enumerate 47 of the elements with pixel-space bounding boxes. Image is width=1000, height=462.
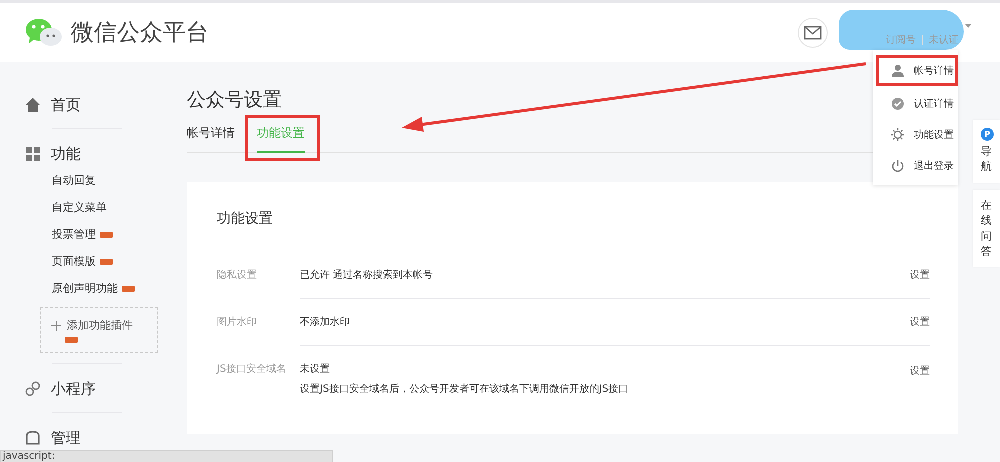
menu-item[interactable]: 认证详情 <box>873 88 958 119</box>
account-type: 订阅号 <box>886 34 916 46</box>
sidebar-subitem[interactable]: 自动回复 <box>52 173 96 188</box>
user-icon <box>891 64 905 78</box>
menu-item[interactable]: 退出登录 <box>873 150 958 181</box>
wechat-logo-icon <box>25 18 63 48</box>
nav-badge: P <box>981 128 994 141</box>
sidebar-item[interactable]: 管理 <box>25 425 160 451</box>
box-icon <box>25 430 41 446</box>
check-icon <box>891 96 905 110</box>
sidebar-subitem[interactable]: 原创声明功能 <box>52 281 118 296</box>
menu-item[interactable]: 功能设置 <box>873 119 958 150</box>
grid-icon <box>25 146 41 162</box>
mail-icon <box>804 26 822 40</box>
power-icon <box>891 158 905 172</box>
side-float-tab[interactable]: P 导航 <box>973 120 1000 183</box>
caret-icon[interactable] <box>965 24 972 28</box>
side-float-tab[interactable]: 在线问答 <box>973 190 1000 268</box>
settings-link[interactable]: 设置 <box>910 268 930 282</box>
sidebar-item[interactable]: 小程序 <box>25 376 160 402</box>
sidebar-item[interactable]: 功能 <box>25 141 160 167</box>
tab[interactable]: 帐号详情 <box>187 125 235 153</box>
setting-label: 隐私设置 <box>217 268 258 283</box>
verification-status: 未认证 <box>929 34 959 46</box>
site-title: 微信公众平台 <box>71 19 209 48</box>
add-plugin-button[interactable]: 添加功能插件 <box>40 307 158 353</box>
setting-label: JS接口安全域名 <box>217 362 288 377</box>
settings-link[interactable]: 设置 <box>910 315 930 329</box>
settings-link[interactable]: 设置 <box>910 364 930 378</box>
sidebar-subitem[interactable]: 投票管理 <box>52 227 96 242</box>
sidebar-subitem[interactable]: 自定义菜单 <box>52 200 107 215</box>
setting-value: 设置JS接口安全域名后，公众号开发者可在该域名下调用微信开放的JS接口 <box>300 382 629 396</box>
setting-label: 图片水印 <box>217 316 258 330</box>
settings-icon <box>891 128 905 142</box>
setting-value: 未设置 <box>300 362 331 376</box>
card-title: 功能设置 <box>217 210 274 228</box>
home-icon <box>25 97 41 113</box>
sidebar-item[interactable]: 首页 <box>25 92 160 118</box>
setting-value: 已允许 通过名称搜索到本帐号 <box>300 268 434 282</box>
mail-button[interactable] <box>798 18 828 48</box>
plus-icon <box>51 320 61 330</box>
page-title: 公众号设置 <box>187 88 282 113</box>
menu-item[interactable]: 帐号详情 <box>879 58 955 83</box>
sidebar-subitem[interactable]: 页面模版 <box>52 254 96 269</box>
status-bar: javascript: <box>0 450 333 462</box>
setting-value: 不添加水印 <box>300 316 350 329</box>
link-icon <box>25 381 41 397</box>
